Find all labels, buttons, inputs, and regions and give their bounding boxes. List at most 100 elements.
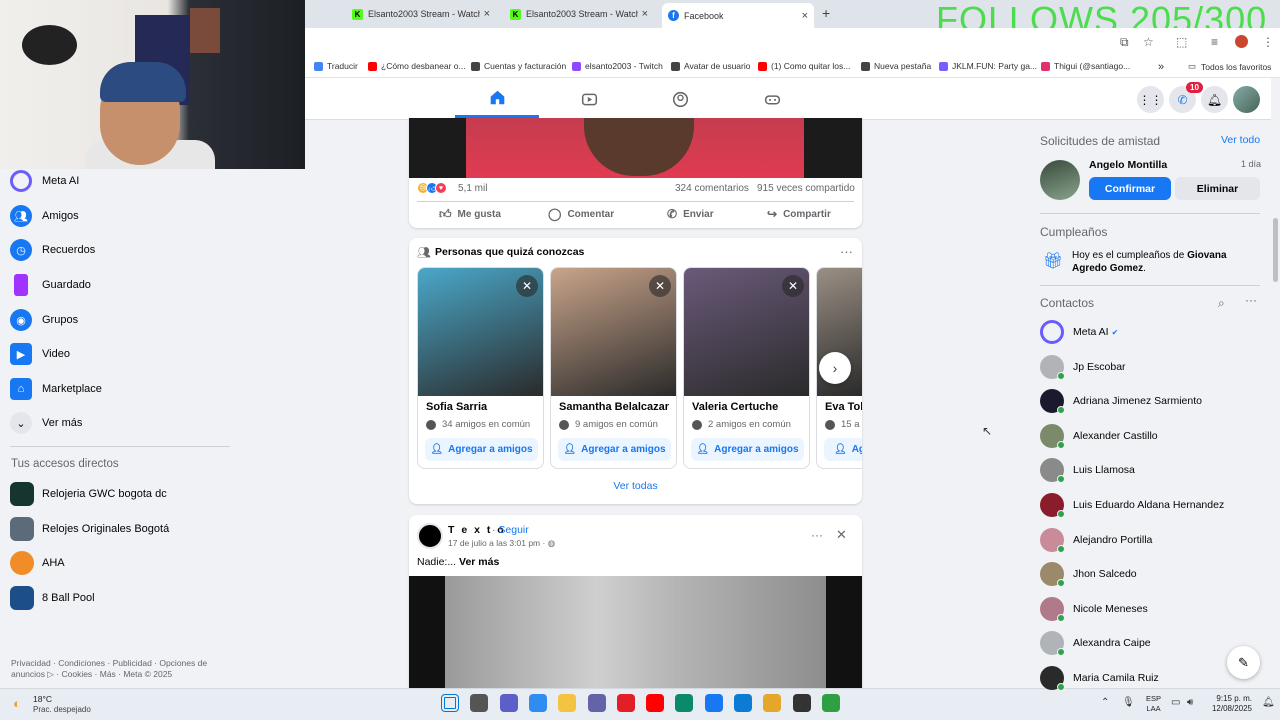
star-icon[interactable]: ☆ xyxy=(1143,35,1154,49)
add-friend-button[interactable]: 👤︎ Agregar a amigos xyxy=(824,438,862,461)
contact-item[interactable]: Adriana Jimenez Sarmiento xyxy=(1040,386,1202,416)
close-icon[interactable]: ✕ xyxy=(836,527,847,543)
sidebar-item-friends[interactable]: 👥︎ Amigos xyxy=(10,201,79,231)
follow-link[interactable]: · Seguir xyxy=(492,524,529,536)
sidebar-item-video[interactable]: ▶ Video xyxy=(10,339,70,369)
taskbar-app-icon[interactable] xyxy=(675,694,694,712)
person-card[interactable]: ✕ Sofia Sarria 34 amigos en común 👤︎ Agre… xyxy=(417,267,544,469)
footer-links[interactable]: Privacidad · Condiciones · Publicidad · … xyxy=(11,658,231,680)
person-name[interactable]: Eva Tob xyxy=(825,401,862,413)
notification-bell-icon[interactable]: 🔔︎ xyxy=(1262,697,1275,708)
network-icon[interactable]: ▭ xyxy=(1171,697,1180,708)
taskbar-app-icon[interactable] xyxy=(821,694,840,712)
add-friend-button[interactable]: 👤︎ Agregar a amigos xyxy=(425,438,538,461)
close-icon[interactable]: ✕ xyxy=(649,275,671,297)
nav-tab-video[interactable] xyxy=(547,80,631,118)
weather-temp[interactable]: 18°C xyxy=(33,694,52,704)
bookmark[interactable]: Cuentas y facturación xyxy=(471,61,566,71)
extensions-icon[interactable]: ⬚ xyxy=(1176,35,1187,49)
more-bookmarks-chevron-icon[interactable]: » xyxy=(1158,61,1164,73)
more-options-icon[interactable]: ··· xyxy=(811,528,823,542)
profile-avatar[interactable] xyxy=(1233,86,1260,113)
contact-item[interactable]: Meta AI ✔ xyxy=(1040,317,1118,347)
chevron-up-icon[interactable]: ⌃ xyxy=(1101,697,1109,708)
request-name[interactable]: Angelo Montilla xyxy=(1089,159,1167,171)
post-date[interactable]: 17 de julio a las 3:01 pm · ◍ xyxy=(448,538,555,549)
close-icon[interactable]: ✕ xyxy=(782,275,804,297)
taskbar-app-icon[interactable] xyxy=(587,694,606,712)
shortcut-item[interactable]: 8 Ball Pool xyxy=(10,583,95,613)
taskbar-app-icon[interactable] xyxy=(704,694,723,712)
new-message-compose-icon[interactable]: ✎ xyxy=(1227,646,1260,679)
sidebar-item-saved[interactable]: Guardado xyxy=(10,270,91,300)
contact-item[interactable]: Maria Camila Ruiz xyxy=(1040,663,1159,693)
more-options-icon[interactable]: ··· xyxy=(1245,293,1257,307)
delete-button[interactable]: Eliminar xyxy=(1175,177,1260,200)
sidebar-item-marketplace[interactable]: ⌂ Marketplace xyxy=(10,374,102,404)
taskbar-app-icon[interactable] xyxy=(528,694,547,712)
person-card[interactable]: ✕ Valeria Certuche 2 amigos en común 👤︎ A… xyxy=(683,267,810,469)
shortcut-item[interactable]: Relojes Originales Bogotá xyxy=(10,514,169,544)
post-video[interactable] xyxy=(409,118,862,178)
comment-count[interactable]: 324 comentarios xyxy=(675,183,749,194)
person-name[interactable]: Samantha Belalcazar xyxy=(559,401,669,413)
person-photo[interactable]: ✕ xyxy=(418,268,543,396)
nav-tab-groups[interactable] xyxy=(638,80,722,118)
taskbar-app-icon[interactable] xyxy=(734,694,752,712)
language-indicator[interactable]: ESP LAA xyxy=(1146,694,1161,714)
see-all-requests-link[interactable]: Ver todo xyxy=(1221,134,1260,146)
cast-icon[interactable]: ⧉ xyxy=(1120,35,1129,50)
sidebar-item-meta-ai[interactable]: Meta AI xyxy=(10,166,79,196)
comment-button[interactable]: ◯ Comentar xyxy=(548,205,614,223)
share-button[interactable]: ↪ Compartir xyxy=(767,205,831,223)
bookmark[interactable]: elsanto2003 - Twitch xyxy=(572,61,663,71)
contact-item[interactable]: Luis Eduardo Aldana Hernandez xyxy=(1040,490,1224,520)
sidebar-item-memories[interactable]: ◷ Recuerdos xyxy=(10,235,95,265)
bookmark[interactable]: Thigui (@santiago... xyxy=(1041,61,1130,71)
bookmark[interactable]: Traducir xyxy=(314,61,358,71)
close-icon[interactable]: ✕ xyxy=(516,275,538,297)
weather-desc[interactable]: Prac. despejado xyxy=(33,705,91,714)
see-more-link[interactable]: Ver más xyxy=(459,556,499,568)
person-name[interactable]: Valeria Certuche xyxy=(692,401,778,413)
person-photo[interactable]: ✕ xyxy=(551,268,676,396)
contact-item[interactable]: Alejandro Portilla xyxy=(1040,525,1152,555)
taskbar-app-icon[interactable] xyxy=(792,694,811,712)
person-name[interactable]: Sofia Sarria xyxy=(426,401,487,413)
weather-icon[interactable]: ◐ xyxy=(13,696,21,711)
nav-tab-gaming[interactable] xyxy=(730,80,814,118)
notifications-bell-icon[interactable]: 🔔︎ xyxy=(1201,86,1228,113)
add-friend-button[interactable]: 👤︎ Agregar a amigos xyxy=(691,438,804,461)
scrollbar-thumb[interactable] xyxy=(1273,218,1278,282)
nav-tab-home[interactable] xyxy=(455,80,539,118)
taskbar-app-icon[interactable] xyxy=(763,694,782,712)
scrollbar[interactable] xyxy=(1271,78,1280,688)
bookmark[interactable]: Nueva pestaña xyxy=(861,61,931,71)
add-friend-button[interactable]: 👤︎ Agregar a amigos xyxy=(558,438,671,461)
taskbar-app-icon[interactable] xyxy=(616,694,635,712)
see-all-link[interactable]: Ver todas xyxy=(409,480,862,492)
sidebar-item-see-more[interactable]: ⌄ Ver más xyxy=(10,408,82,438)
bookmark[interactable]: Avatar de usuario xyxy=(671,61,750,71)
browser-profile-avatar[interactable] xyxy=(1235,35,1248,48)
new-tab-button[interactable]: + xyxy=(822,5,830,21)
bookmark[interactable]: JKLM.FUN: Party ga... xyxy=(939,61,1037,71)
search-icon[interactable]: ⌕ xyxy=(1218,296,1225,311)
bookmark[interactable]: ¿Cómo desbanear o... xyxy=(368,61,466,71)
contact-item[interactable]: Luis Llamosa xyxy=(1040,455,1135,485)
shortcut-item[interactable]: AHA xyxy=(10,548,65,578)
person-photo[interactable]: ✕ xyxy=(684,268,809,396)
taskbar-app-icon[interactable] xyxy=(558,694,577,712)
share-count[interactable]: 915 veces compartido xyxy=(757,183,855,194)
person-card[interactable]: ✕ Samantha Belalcazar 9 amigos en común … xyxy=(550,267,677,469)
browser-tab-active[interactable]: f Facebook × xyxy=(662,3,814,28)
all-bookmarks[interactable]: ▭ Todos los favoritos xyxy=(1188,61,1271,72)
contact-item[interactable]: Alexandra Caipe xyxy=(1040,628,1151,658)
contact-item[interactable]: Nicole Meneses xyxy=(1040,594,1148,624)
confirm-button[interactable]: Confirmar xyxy=(1089,177,1171,200)
contact-item[interactable]: Jhon Salcedo xyxy=(1040,559,1137,589)
taskbar-app-icon[interactable] xyxy=(470,694,489,712)
close-tab-icon[interactable]: × xyxy=(642,8,648,20)
windows-start-icon[interactable] xyxy=(441,694,459,712)
taskbar-app-icon[interactable] xyxy=(499,694,518,712)
